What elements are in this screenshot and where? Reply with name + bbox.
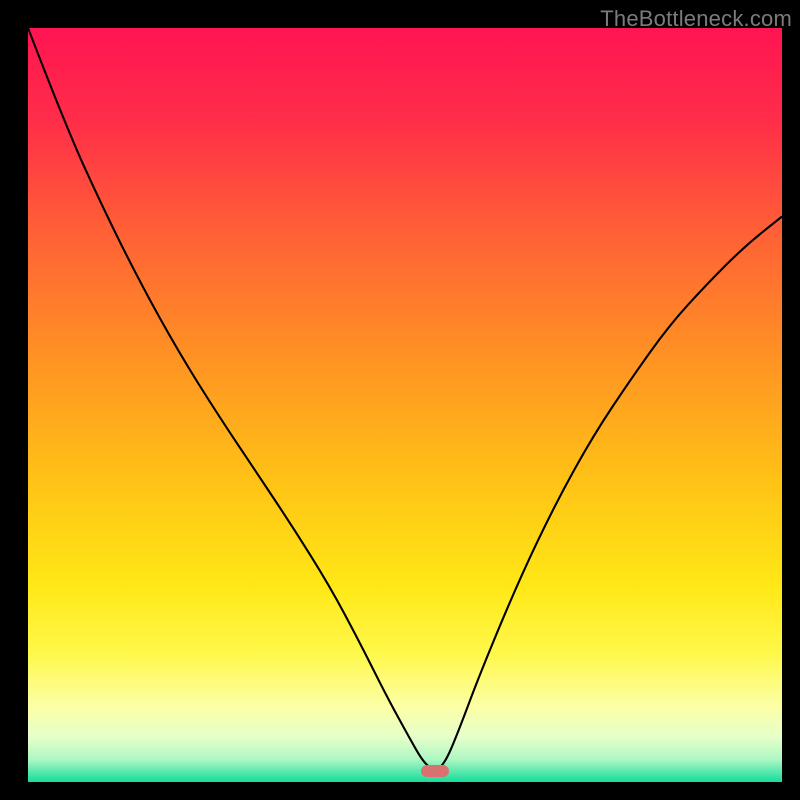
watermark-text: TheBottleneck.com [600,6,792,32]
plot-area [28,28,782,782]
bottleneck-curve [28,28,782,782]
optimal-point-marker [421,765,449,777]
chart-frame: TheBottleneck.com [0,0,800,800]
